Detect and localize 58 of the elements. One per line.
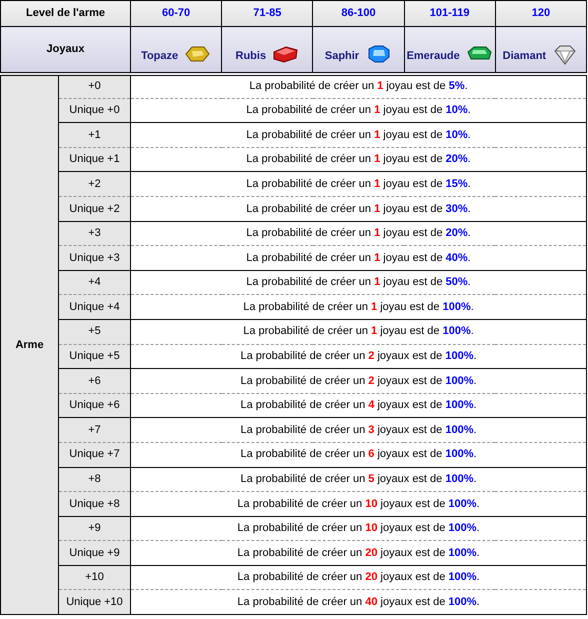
row-group-label: Arme [0, 74, 58, 615]
probability-text: La probabilité de créer un 1 joyau est de 100%. [130, 319, 586, 344]
level-header: 60-70 [130, 0, 222, 26]
gem-icon [272, 44, 300, 65]
upgrade-level: Unique +9 [58, 540, 131, 566]
probability-text: La probabilité de créer un 5 joyaux est de 100%. [130, 467, 586, 492]
probability-text: La probabilité de créer un 10 joyaux est de 100%. [130, 516, 586, 541]
upgrade-level: Unique +6 [58, 393, 131, 418]
probability-text: La probabilité de créer un 1 joyau est de 20%. [130, 221, 586, 246]
upgrade-level: Unique +1 [58, 147, 131, 172]
probability-text: La probabilité de créer un 2 joyaux est de 100%. [130, 368, 586, 394]
upgrade-level: +2 [58, 172, 131, 196]
upgrade-level: +10 [58, 565, 131, 590]
upgrade-level: Unique +2 [58, 196, 131, 222]
upgrade-level: +3 [58, 221, 131, 246]
upgrade-level: Unique +10 [58, 590, 131, 615]
probability-text: La probabilité de créer un 2 joyaux est de 100%. [130, 344, 586, 369]
level-header: 120 [495, 0, 586, 26]
column-header: Joyaux [0, 26, 131, 74]
gem-name: Saphir [324, 49, 360, 64]
probability-text: La probabilité de créer un 3 joyaux est de 100%. [130, 418, 586, 442]
probability-text: La probabilité de créer un 1 joyau est de 10%. [130, 122, 586, 148]
column-header: Level de l'arme [0, 0, 131, 26]
upgrade-level: Unique +5 [58, 344, 131, 369]
probability-text: La probabilité de créer un 1 joyau est de 30%. [130, 196, 586, 222]
upgrade-level: Unique +8 [58, 492, 131, 516]
upgrade-level: +5 [58, 319, 131, 344]
upgrade-level: +8 [58, 467, 131, 492]
probability-text: La probabilité de créer un 6 joyaux est de 100%. [130, 442, 586, 467]
probability-text: La probabilité de créer un 1 joyau est de 100%. [130, 294, 586, 320]
upgrade-level: Unique +7 [58, 442, 131, 467]
probability-text: La probabilité de créer un 1 joyau est de 40%. [130, 246, 586, 270]
upgrade-level: +1 [58, 122, 131, 148]
level-header: 101-119 [404, 0, 496, 26]
probability-text: La probabilité de créer un 1 joyau est de 5%. [130, 74, 586, 98]
gem-name: Rubis [236, 49, 266, 64]
upgrade-level: +7 [58, 418, 131, 442]
probability-text: La probabilité de créer un 4 joyaux est de 100%. [130, 393, 586, 418]
upgrade-level: Unique +4 [58, 294, 131, 320]
probability-text: La probabilité de créer un 40 joyaux est de 100%. [130, 590, 586, 615]
upgrade-level: +6 [58, 368, 131, 394]
probability-text: La probabilité de créer un 1 joyau est de 20%. [130, 147, 586, 172]
level-header: 86-100 [312, 0, 404, 26]
probability-text: La probabilité de créer un 10 joyaux est de 100%. [130, 492, 586, 516]
gem-name: Emeraude [406, 49, 460, 64]
probability-text: La probabilité de créer un 1 joyau est de 10%. [130, 98, 586, 123]
probability-text: La probabilité de créer un 1 joyau est de 15%. [130, 172, 586, 196]
upgrade-level: +9 [58, 516, 131, 541]
upgrade-level: +0 [58, 74, 131, 98]
level-header: 71-85 [222, 0, 313, 26]
probability-text: La probabilité de créer un 20 joyaux est de 100%. [130, 565, 586, 590]
gem-name: Diamant [502, 49, 546, 64]
probability-text: La probabilité de créer un 1 joyau est de 50%. [130, 270, 586, 295]
probability-text: La probabilité de créer un 20 joyaux est de 100%. [130, 540, 586, 566]
gem-name: Topaze [141, 49, 178, 64]
upgrade-level: +4 [58, 270, 131, 295]
upgrade-level: Unique +0 [58, 98, 131, 123]
upgrade-level: Unique +3 [58, 246, 131, 270]
